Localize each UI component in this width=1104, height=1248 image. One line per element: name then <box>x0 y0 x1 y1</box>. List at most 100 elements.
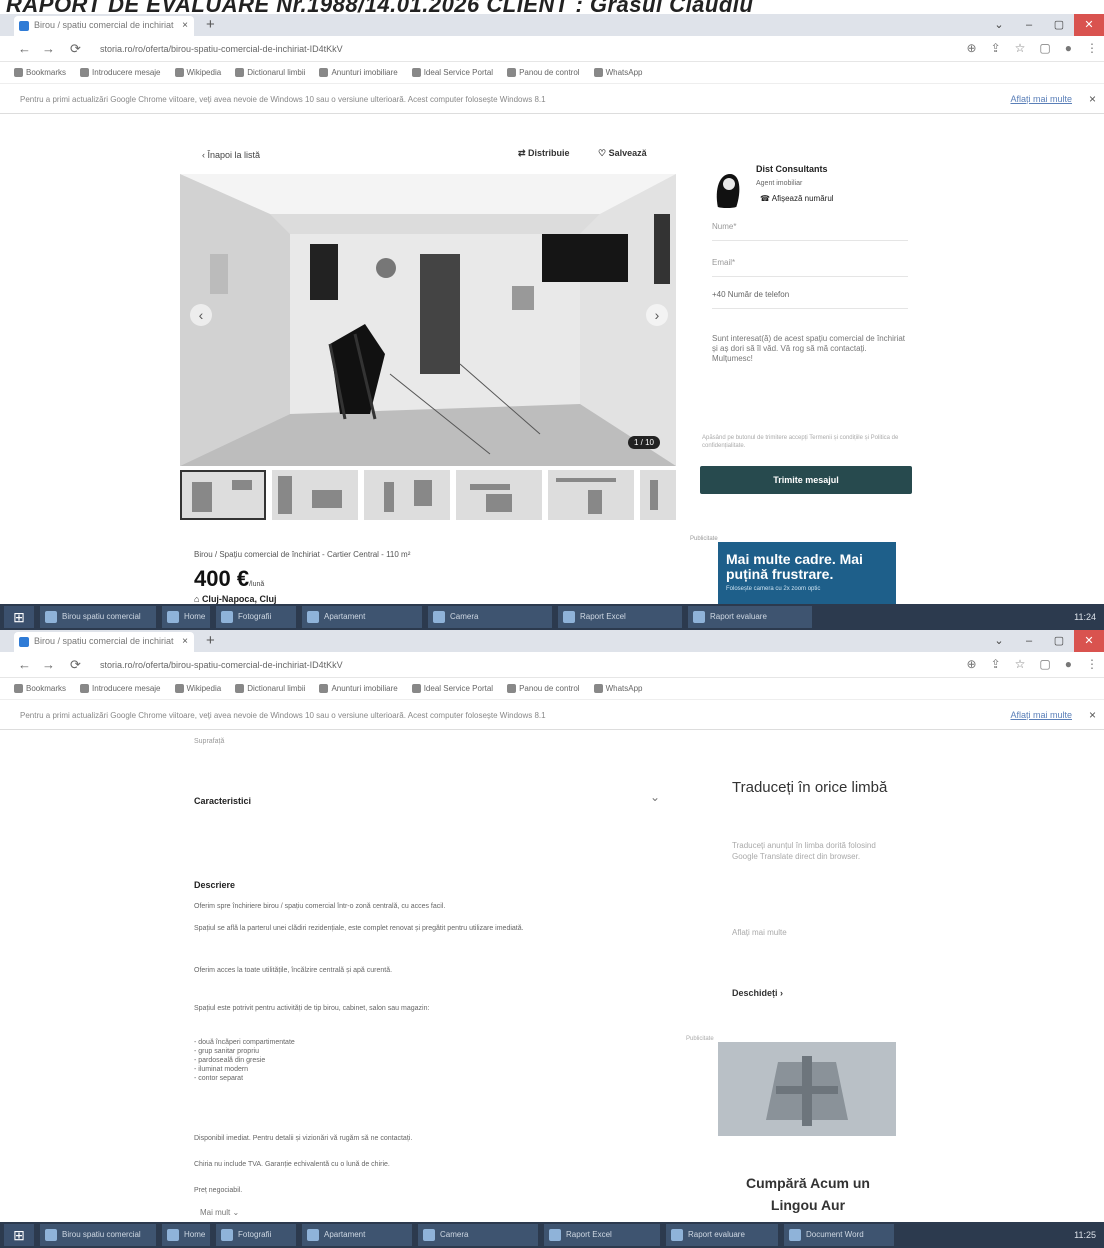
show-phone-button[interactable]: ☎ Afișează numărul <box>760 194 834 203</box>
thumbnail[interactable] <box>548 470 634 520</box>
camera-ad-banner[interactable]: Mai multe cadre. Mai puțină frustrare. F… <box>718 542 896 604</box>
gold-ad-title[interactable]: Cumpără Acum un Lingou Aur <box>738 1172 878 1216</box>
thumbnail[interactable] <box>364 470 450 520</box>
new-tab-button[interactable]: + <box>206 632 215 649</box>
prev-photo-icon[interactable]: ‹ <box>190 304 212 326</box>
phone-field[interactable]: +40 Număr de telefon <box>712 290 789 299</box>
taskbar-item-camera[interactable]: Camera <box>418 1224 538 1246</box>
bookmark-item[interactable]: Bookmarks <box>14 68 66 78</box>
bookmark-item[interactable]: Introducere mesaje <box>80 68 161 78</box>
menu-icon[interactable]: ⋮ <box>1086 41 1098 55</box>
bookmark-item[interactable]: Anunturi imobiliare <box>319 684 398 694</box>
taskbar-item-home[interactable]: Home <box>162 1224 210 1246</box>
zoom-icon[interactable]: ⊕ <box>967 657 977 671</box>
message-textarea[interactable]: Sunt interesat(ă) de acest spațiu comerc… <box>712 334 908 416</box>
bookmark-star-icon[interactable]: ☆ <box>1015 657 1026 671</box>
browser-tab[interactable]: Birou / spatiu comercial de inchiriat × <box>14 632 194 652</box>
taskbar-item-apartment[interactable]: Apartament <box>302 606 422 628</box>
close-tab-icon[interactable]: × <box>182 636 188 647</box>
new-tab-button[interactable]: + <box>206 16 215 33</box>
browser-tab[interactable]: Birou / spatiu comercial de inchiriat × <box>14 16 194 36</box>
infobar-learn-more-link[interactable]: Aflați mai multe <box>1010 94 1072 104</box>
back-arrow-icon[interactable]: ← <box>18 657 31 672</box>
bookmark-item[interactable]: Dictionarul limbii <box>235 68 305 78</box>
bookmark-item[interactable]: Ideal Service Portal <box>411 684 493 694</box>
bookmark-item[interactable]: Anunturi imobiliare <box>319 68 398 78</box>
bookmark-item[interactable]: WhatsApp <box>593 68 642 78</box>
bookmark-item[interactable]: Bookmarks <box>14 684 66 694</box>
site-favicon-icon <box>19 21 29 31</box>
email-field[interactable]: Email* <box>712 258 735 267</box>
taskbar-item-word-2[interactable]: Document Word <box>784 1224 894 1246</box>
name-field[interactable]: Nume* <box>712 222 736 231</box>
share-button[interactable]: ⇄ Distribuie <box>518 148 570 159</box>
back-arrow-icon[interactable]: ← <box>18 41 31 56</box>
thumbnail[interactable] <box>180 470 266 520</box>
taskbar-item-apartment[interactable]: Apartament <box>302 1224 412 1246</box>
sidepanel-icon[interactable]: ▢ <box>1039 41 1050 55</box>
share-page-icon[interactable]: ⇪ <box>991 657 1001 671</box>
taskbar-item-photos[interactable]: Fotografii <box>216 1224 296 1246</box>
url-field[interactable]: storia.ro/ro/oferta/birou-spatiu-comerci… <box>100 40 940 58</box>
reload-icon[interactable]: ⟳ <box>70 41 81 57</box>
windows-taskbar: ⊞ Birou spatiu comercial Home Fotografii… <box>0 1222 1104 1248</box>
close-window-button[interactable]: ✕ <box>1074 14 1104 36</box>
next-photo-icon[interactable]: › <box>646 304 668 326</box>
bookmark-item[interactable]: Panou de control <box>507 68 580 78</box>
bookmark-item[interactable]: Ideal Service Portal <box>411 68 493 78</box>
thumbnail[interactable] <box>272 470 358 520</box>
taskbar-item-chrome[interactable]: Birou spatiu comercial <box>40 606 156 628</box>
profile-icon[interactable]: ● <box>1065 657 1072 671</box>
gold-bar-ad-image[interactable] <box>718 1042 896 1136</box>
bookmark-item[interactable]: Panou de control <box>507 684 580 694</box>
bookmark-item[interactable]: Wikipedia <box>174 684 221 694</box>
reload-icon[interactable]: ⟳ <box>70 657 81 673</box>
maximize-button[interactable]: ▢ <box>1044 630 1074 652</box>
taskbar-item-camera[interactable]: Camera <box>428 606 552 628</box>
listing-location[interactable]: ⌂ Cluj-Napoca, Cluj <box>194 594 276 604</box>
back-to-list-link[interactable]: ‹ Înapoi la listă <box>202 150 260 160</box>
profile-icon[interactable]: ● <box>1065 41 1072 55</box>
forward-arrow-icon[interactable]: → <box>42 657 55 672</box>
bookmark-item[interactable]: Dictionarul limbii <box>235 684 305 694</box>
open-translate-link[interactable]: Deschideți › <box>732 988 783 998</box>
taskbar-item-excel[interactable]: Raport Excel <box>544 1224 660 1246</box>
bookmark-item[interactable]: WhatsApp <box>593 684 642 694</box>
thumbnail[interactable] <box>640 470 676 520</box>
chevron-down-icon[interactable]: ⌄ <box>650 790 660 804</box>
bookmark-item[interactable]: Introducere mesaje <box>80 684 161 694</box>
bookmark-item[interactable]: Wikipedia <box>174 68 221 78</box>
thumbnail[interactable] <box>456 470 542 520</box>
minimize-button[interactable]: – <box>1014 630 1044 652</box>
share-page-icon[interactable]: ⇪ <box>991 41 1001 55</box>
taskbar-item-word[interactable]: Raport evaluare <box>688 606 812 628</box>
infobar-close-icon[interactable]: × <box>1089 92 1096 106</box>
start-button[interactable]: ⊞ <box>4 606 34 628</box>
save-button[interactable]: ♡ Salvează <box>598 148 647 159</box>
send-message-button[interactable]: Trimite mesajul <box>700 466 912 494</box>
taskbar-item-chrome[interactable]: Birou spatiu comercial <box>40 1224 156 1246</box>
taskbar-item-home[interactable]: Home <box>162 606 210 628</box>
menu-icon[interactable]: ⋮ <box>1086 657 1098 671</box>
close-tab-icon[interactable]: × <box>182 20 188 31</box>
start-button[interactable]: ⊞ <box>4 1224 34 1246</box>
url-field[interactable]: storia.ro/ro/oferta/birou-spatiu-comerci… <box>100 656 940 674</box>
tab-search-button[interactable]: ⌄ <box>984 14 1014 36</box>
forward-arrow-icon[interactable]: → <box>42 41 55 56</box>
read-more-link[interactable]: Mai mult ⌄ <box>200 1208 239 1217</box>
taskbar-item-word[interactable]: Raport evaluare <box>666 1224 778 1246</box>
infobar-close-icon[interactable]: × <box>1089 708 1096 722</box>
maximize-button[interactable]: ▢ <box>1044 14 1074 36</box>
sidepanel-icon[interactable]: ▢ <box>1039 657 1050 671</box>
taskbar-item-excel[interactable]: Raport Excel <box>558 606 682 628</box>
infobar-learn-more-link[interactable]: Aflați mai multe <box>1010 710 1072 720</box>
tab-search-button[interactable]: ⌄ <box>984 630 1014 652</box>
bookmark-star-icon[interactable]: ☆ <box>1015 41 1026 55</box>
translate-learn-more-link[interactable]: Aflați mai multe <box>732 928 787 937</box>
zoom-icon[interactable]: ⊕ <box>967 41 977 55</box>
listing-photo[interactable]: ‹ › 1 / 10 <box>180 174 676 466</box>
characteristics-heading[interactable]: Caracteristici <box>194 796 251 806</box>
close-window-button[interactable]: ✕ <box>1074 630 1104 652</box>
minimize-button[interactable]: – <box>1014 14 1044 36</box>
taskbar-item-photos[interactable]: Fotografii <box>216 606 296 628</box>
